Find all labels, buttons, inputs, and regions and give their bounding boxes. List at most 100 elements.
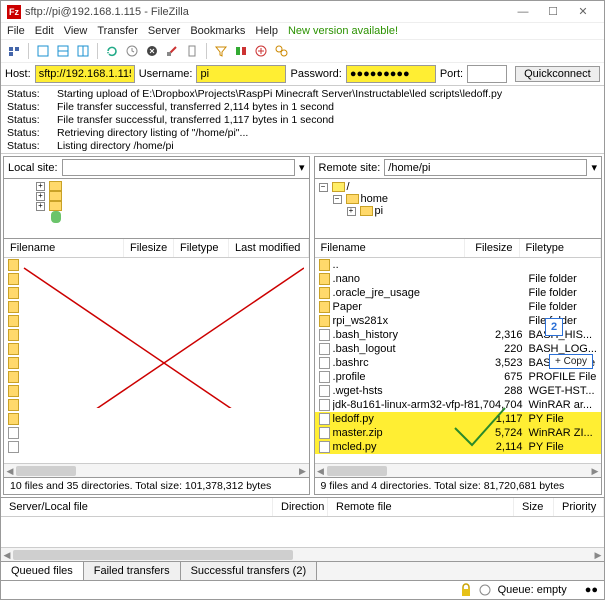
transfer-body[interactable] bbox=[1, 517, 604, 547]
folder-icon bbox=[346, 194, 359, 204]
tab-successful[interactable]: Successful transfers (2) bbox=[181, 562, 318, 580]
col-direction[interactable]: Direction bbox=[273, 498, 328, 516]
local-list-header: Filename Filesize Filetype Last modified bbox=[4, 239, 309, 258]
local-tree[interactable]: + + + bbox=[4, 179, 309, 239]
filetype: PY File bbox=[523, 413, 564, 425]
tree-root: / bbox=[347, 181, 350, 193]
file-icon bbox=[319, 399, 330, 411]
menu-bookmarks[interactable]: Bookmarks bbox=[190, 25, 245, 37]
new-version-link[interactable]: New version available! bbox=[288, 25, 398, 37]
green-check-annotation bbox=[450, 403, 510, 453]
remote-site-label: Remote site: bbox=[319, 162, 381, 174]
filename: Paper bbox=[333, 301, 468, 313]
menu-edit[interactable]: Edit bbox=[35, 25, 54, 37]
col-filename[interactable]: Filename bbox=[4, 239, 124, 257]
list-item[interactable]: .oracle_jre_usageFile folder bbox=[315, 286, 601, 300]
remote-tree[interactable]: − / − home + pi bbox=[315, 179, 601, 239]
menubar: File Edit View Transfer Server Bookmarks… bbox=[1, 23, 604, 39]
col-filetype[interactable]: Filetype bbox=[174, 239, 229, 257]
col-size[interactable]: Size bbox=[514, 498, 554, 516]
col-serverfile[interactable]: Server/Local file bbox=[1, 498, 273, 516]
user-icon bbox=[51, 211, 61, 223]
list-item[interactable]: .profile675PROFILE File bbox=[315, 370, 601, 384]
dropdown-icon[interactable]: ▾ bbox=[591, 161, 597, 174]
filter-icon[interactable] bbox=[212, 42, 230, 60]
filename: .oracle_jre_usage bbox=[333, 287, 468, 299]
menu-view[interactable]: View bbox=[64, 25, 88, 37]
site-manager-icon[interactable] bbox=[5, 42, 23, 60]
maximize-button[interactable]: ☐ bbox=[538, 1, 568, 23]
folder-icon bbox=[319, 315, 330, 327]
queue-status: Queue: empty bbox=[498, 584, 567, 596]
transfer-hscroll[interactable]: ◀▶ bbox=[1, 547, 604, 561]
menu-file[interactable]: File bbox=[7, 25, 25, 37]
filetype: WinRAR ZI... bbox=[523, 427, 593, 439]
process-queue-icon[interactable] bbox=[123, 42, 141, 60]
list-item[interactable]: Paper File folder bbox=[315, 300, 601, 314]
close-button[interactable]: ✕ bbox=[568, 1, 598, 23]
col-remotefile[interactable]: Remote file bbox=[328, 498, 514, 516]
col-modified[interactable]: Last modified bbox=[229, 239, 309, 257]
list-item[interactable]: .wget-hsts288WGET-HST... bbox=[315, 384, 601, 398]
dropdown-icon[interactable]: ▾ bbox=[299, 161, 305, 174]
quickconnect-button[interactable]: Quickconnect bbox=[515, 66, 600, 82]
toolbar bbox=[1, 39, 604, 63]
local-list[interactable] bbox=[4, 258, 309, 463]
tab-queued[interactable]: Queued files bbox=[1, 562, 84, 580]
port-input[interactable] bbox=[467, 65, 507, 83]
local-site-label: Local site: bbox=[8, 162, 58, 174]
filesize: 220 bbox=[468, 343, 523, 355]
remote-footer: 9 files and 4 directories. Total size: 8… bbox=[315, 477, 601, 494]
menu-help[interactable]: Help bbox=[255, 25, 278, 37]
filetype: File folder bbox=[523, 301, 577, 313]
file-icon bbox=[319, 441, 330, 453]
file-icon bbox=[319, 413, 330, 425]
filetype: WinRAR ar... bbox=[523, 399, 593, 411]
col-filesize[interactable]: Filesize bbox=[465, 239, 520, 257]
lock-icon bbox=[460, 583, 472, 597]
sync-browse-icon[interactable] bbox=[252, 42, 270, 60]
toggle-queue-icon[interactable] bbox=[74, 42, 92, 60]
username-input[interactable] bbox=[196, 65, 286, 83]
toggle-tree-icon[interactable] bbox=[54, 42, 72, 60]
transfer-header: Server/Local file Direction Remote file … bbox=[1, 498, 604, 517]
menu-server[interactable]: Server bbox=[148, 25, 180, 37]
minimize-button[interactable]: — bbox=[508, 1, 538, 23]
folder-icon bbox=[319, 287, 330, 299]
col-filename[interactable]: Filename bbox=[315, 239, 465, 257]
file-icon bbox=[319, 329, 330, 341]
tree-home: home bbox=[361, 193, 389, 205]
remote-site-input[interactable] bbox=[384, 159, 587, 176]
password-input[interactable] bbox=[346, 65, 436, 83]
search-icon[interactable] bbox=[272, 42, 290, 60]
col-filetype[interactable]: Filetype bbox=[520, 239, 601, 257]
refresh-icon[interactable] bbox=[103, 42, 121, 60]
cancel-icon[interactable] bbox=[143, 42, 161, 60]
folder-icon bbox=[49, 181, 62, 191]
status-log: Status:Starting upload of E:\Dropbox\Pro… bbox=[1, 86, 604, 154]
list-item[interactable]: .. bbox=[315, 258, 601, 272]
filename: .bash_logout bbox=[333, 343, 468, 355]
queue-icon bbox=[478, 583, 492, 597]
local-site-input[interactable] bbox=[62, 159, 295, 176]
local-footer: 10 files and 35 directories. Total size:… bbox=[4, 477, 309, 494]
tab-failed[interactable]: Failed transfers bbox=[84, 562, 181, 580]
copy-tooltip: + Copy bbox=[549, 354, 593, 369]
col-filesize[interactable]: Filesize bbox=[124, 239, 174, 257]
compare-icon[interactable] bbox=[232, 42, 250, 60]
status-dot: ●● bbox=[585, 584, 598, 596]
reconnect-icon[interactable] bbox=[183, 42, 201, 60]
transfer-tabs: Queued files Failed transfers Successful… bbox=[1, 561, 604, 580]
disconnect-icon[interactable] bbox=[163, 42, 181, 60]
local-hscroll[interactable]: ◀▶ bbox=[4, 463, 309, 477]
remote-hscroll[interactable]: ◀▶ bbox=[315, 463, 601, 477]
host-input[interactable] bbox=[35, 65, 135, 83]
col-priority[interactable]: Priority bbox=[554, 498, 604, 516]
filesize: 3,523 bbox=[468, 357, 523, 369]
filename: ledoff.py bbox=[333, 413, 468, 425]
menu-transfer[interactable]: Transfer bbox=[97, 25, 138, 37]
list-item[interactable]: .nanoFile folder bbox=[315, 272, 601, 286]
remote-list[interactable]: ...nanoFile folder.oracle_jre_usageFile … bbox=[315, 258, 601, 463]
toggle-log-icon[interactable] bbox=[34, 42, 52, 60]
quickconnect-bar: Host: Username: Password: Port: Quickcon… bbox=[1, 63, 604, 86]
